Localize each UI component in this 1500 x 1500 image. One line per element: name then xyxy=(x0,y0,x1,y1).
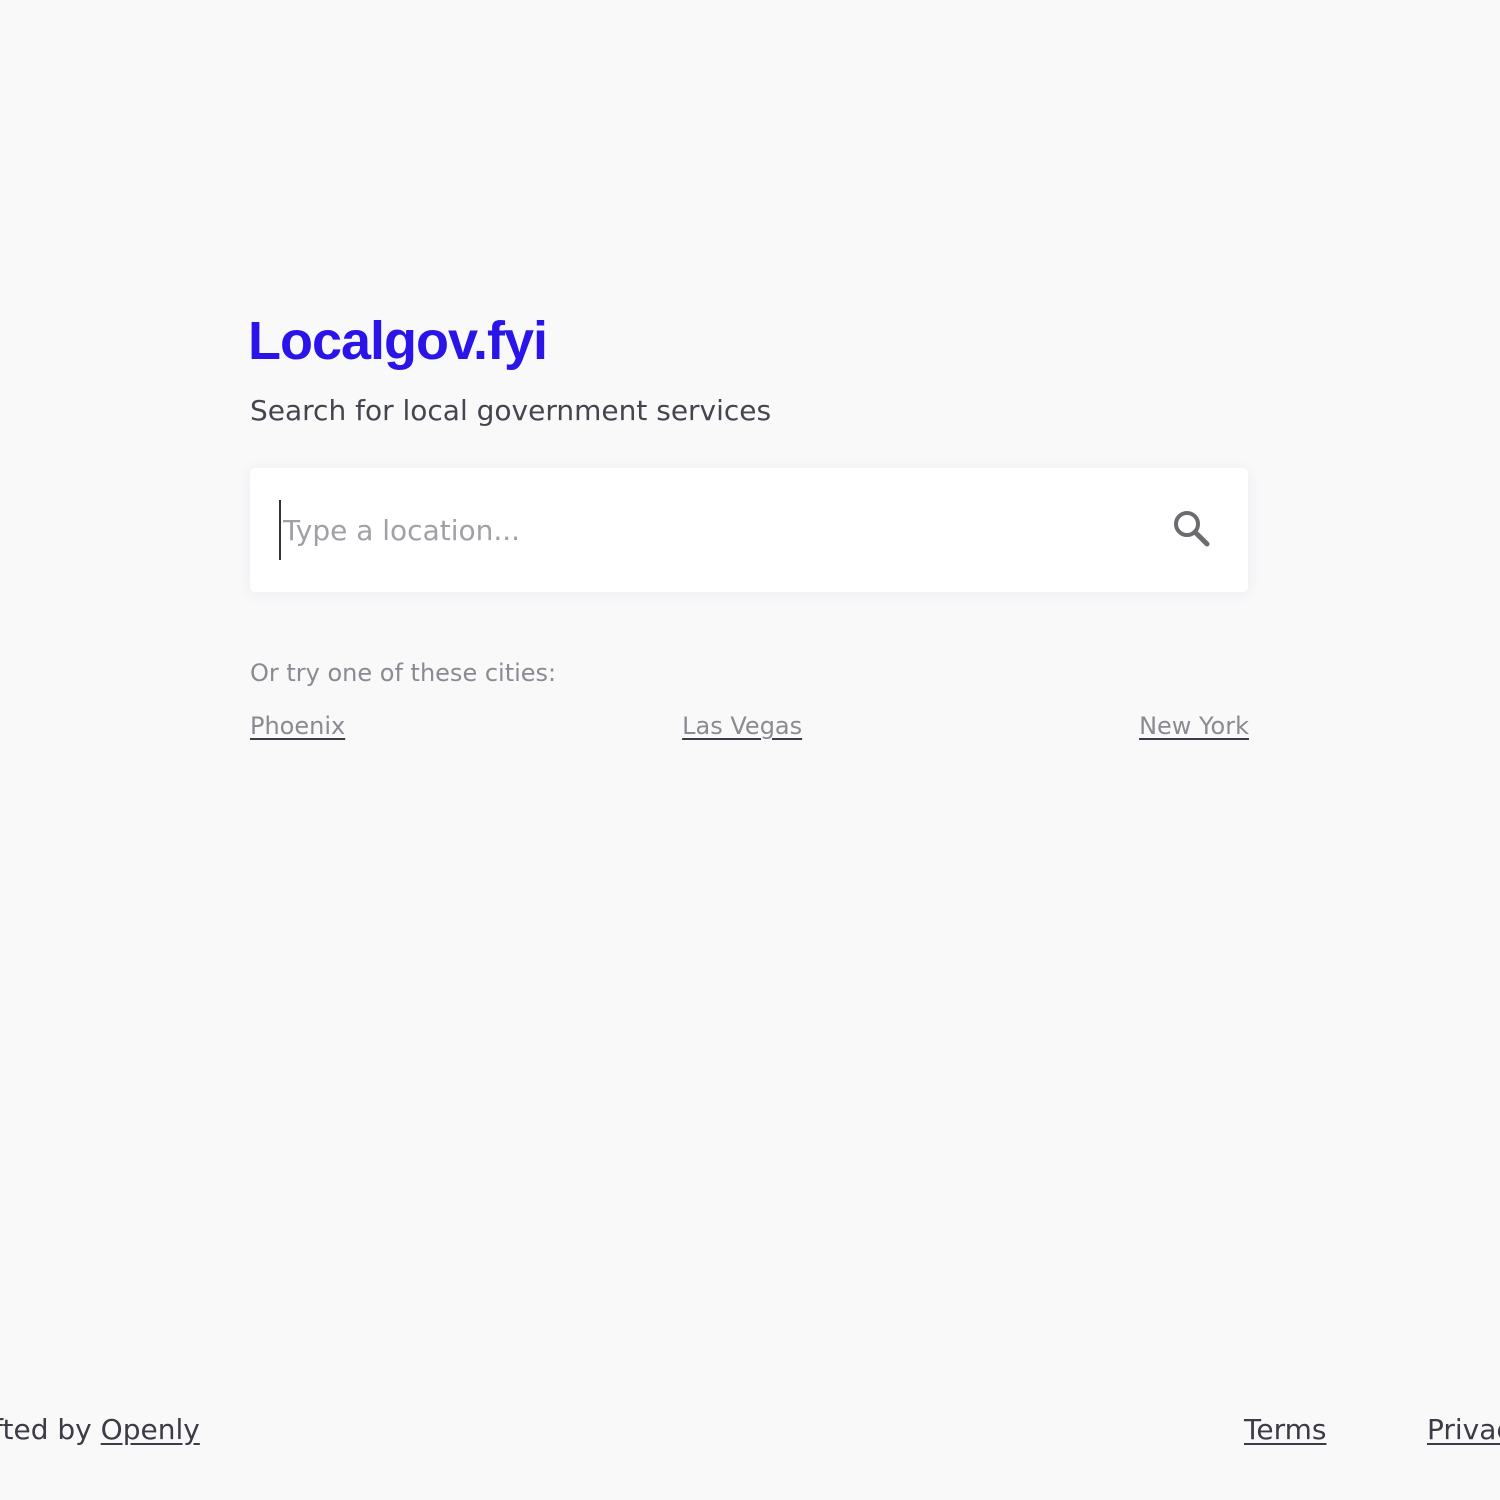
search-box xyxy=(250,468,1248,592)
footer-credit-text: afted by xyxy=(0,1413,92,1446)
city-link-phoenix[interactable]: Phoenix xyxy=(250,709,345,743)
search-button[interactable] xyxy=(1166,505,1216,555)
terms-link[interactable]: Terms xyxy=(1244,1413,1326,1446)
footer-privacy: Privac xyxy=(1427,1410,1500,1450)
openly-link[interactable]: Openly xyxy=(101,1413,200,1446)
search-icon xyxy=(1171,508,1211,552)
footer-credit: afted by Openly xyxy=(0,1410,200,1450)
page-subtitle: Search for local government services xyxy=(250,394,772,427)
footer-terms: Terms xyxy=(1244,1410,1326,1450)
privacy-link[interactable]: Privac xyxy=(1427,1413,1500,1446)
city-link-las-vegas[interactable]: Las Vegas xyxy=(682,709,802,743)
city-link-new-york[interactable]: New York xyxy=(1139,709,1249,743)
search-input[interactable] xyxy=(279,500,1156,560)
suggestions-label: Or try one of these cities: xyxy=(250,659,557,687)
site-logo-title[interactable]: Localgov.fyi xyxy=(248,308,548,374)
city-suggestions: Phoenix Las Vegas New York xyxy=(250,709,1249,743)
